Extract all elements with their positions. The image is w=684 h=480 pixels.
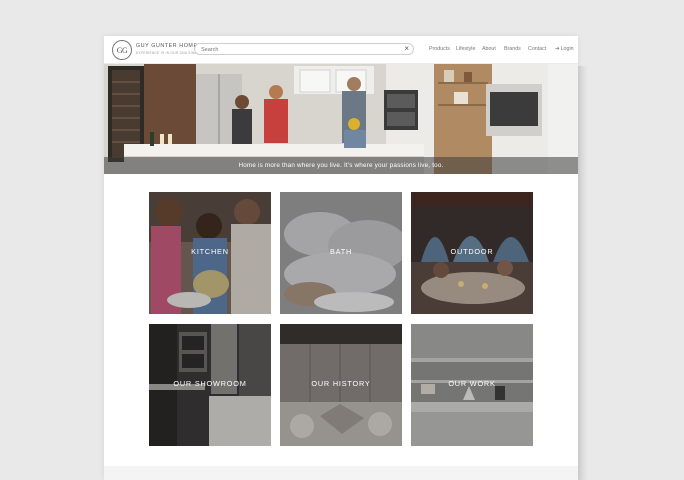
tile-outdoor-label: OUTDOOR <box>450 247 494 256</box>
login-label: Login <box>560 46 574 52</box>
nav-lifestyle[interactable]: Lifestyle <box>456 46 475 52</box>
window-shadow <box>578 66 588 480</box>
tile-our-showroom[interactable]: OUR SHOWROOM <box>149 324 271 446</box>
hero-caption-bar: Home is more than where you live. It's w… <box>104 157 578 174</box>
login-link[interactable]: ➜Login <box>555 46 574 52</box>
site-header: GG GUY GUNTER HOME EXPERIENCE IS IN OUR … <box>104 36 578 64</box>
hero-caption: Home is more than where you live. It's w… <box>238 162 444 169</box>
login-icon: ➜ <box>555 46 560 52</box>
tile-our-work[interactable]: OUR WORK <box>411 324 533 446</box>
tile-history-label: OUR HISTORY <box>311 379 371 388</box>
search-input[interactable] <box>201 45 391 54</box>
nav-brands[interactable]: Brands <box>504 46 521 52</box>
site-logo[interactable]: GG GUY GUNTER HOME EXPERIENCE IS IN OUR … <box>112 40 209 60</box>
tile-outdoor[interactable]: OUTDOOR <box>411 192 533 314</box>
browser-page: GG GUY GUNTER HOME EXPERIENCE IS IN OUR … <box>104 36 578 480</box>
search-box: × <box>194 43 414 55</box>
brand-name: GUY GUNTER HOME <box>136 43 198 49</box>
tile-bath-label: BATH <box>329 247 353 256</box>
close-icon[interactable]: × <box>404 44 409 54</box>
hero-carousel[interactable]: Home is more than where you live. It's w… <box>104 64 578 210</box>
hero-image <box>104 64 578 210</box>
tile-kitchen-label: KITCHEN <box>191 247 229 256</box>
tile-our-history[interactable]: OUR HISTORY <box>280 324 402 446</box>
tile-bath[interactable]: BATH <box>280 192 402 314</box>
nav-products[interactable]: Products <box>429 46 450 52</box>
tile-kitchen[interactable]: KITCHEN <box>149 192 271 314</box>
tile-showroom-label: OUR SHOWROOM <box>173 379 247 388</box>
tile-work-label: OUR WORK <box>448 379 496 388</box>
nav-contact[interactable]: Contact <box>528 46 546 52</box>
footer-strip <box>104 466 578 480</box>
nav-about[interactable]: About <box>482 46 496 52</box>
logo-monogram: GG <box>112 40 132 60</box>
